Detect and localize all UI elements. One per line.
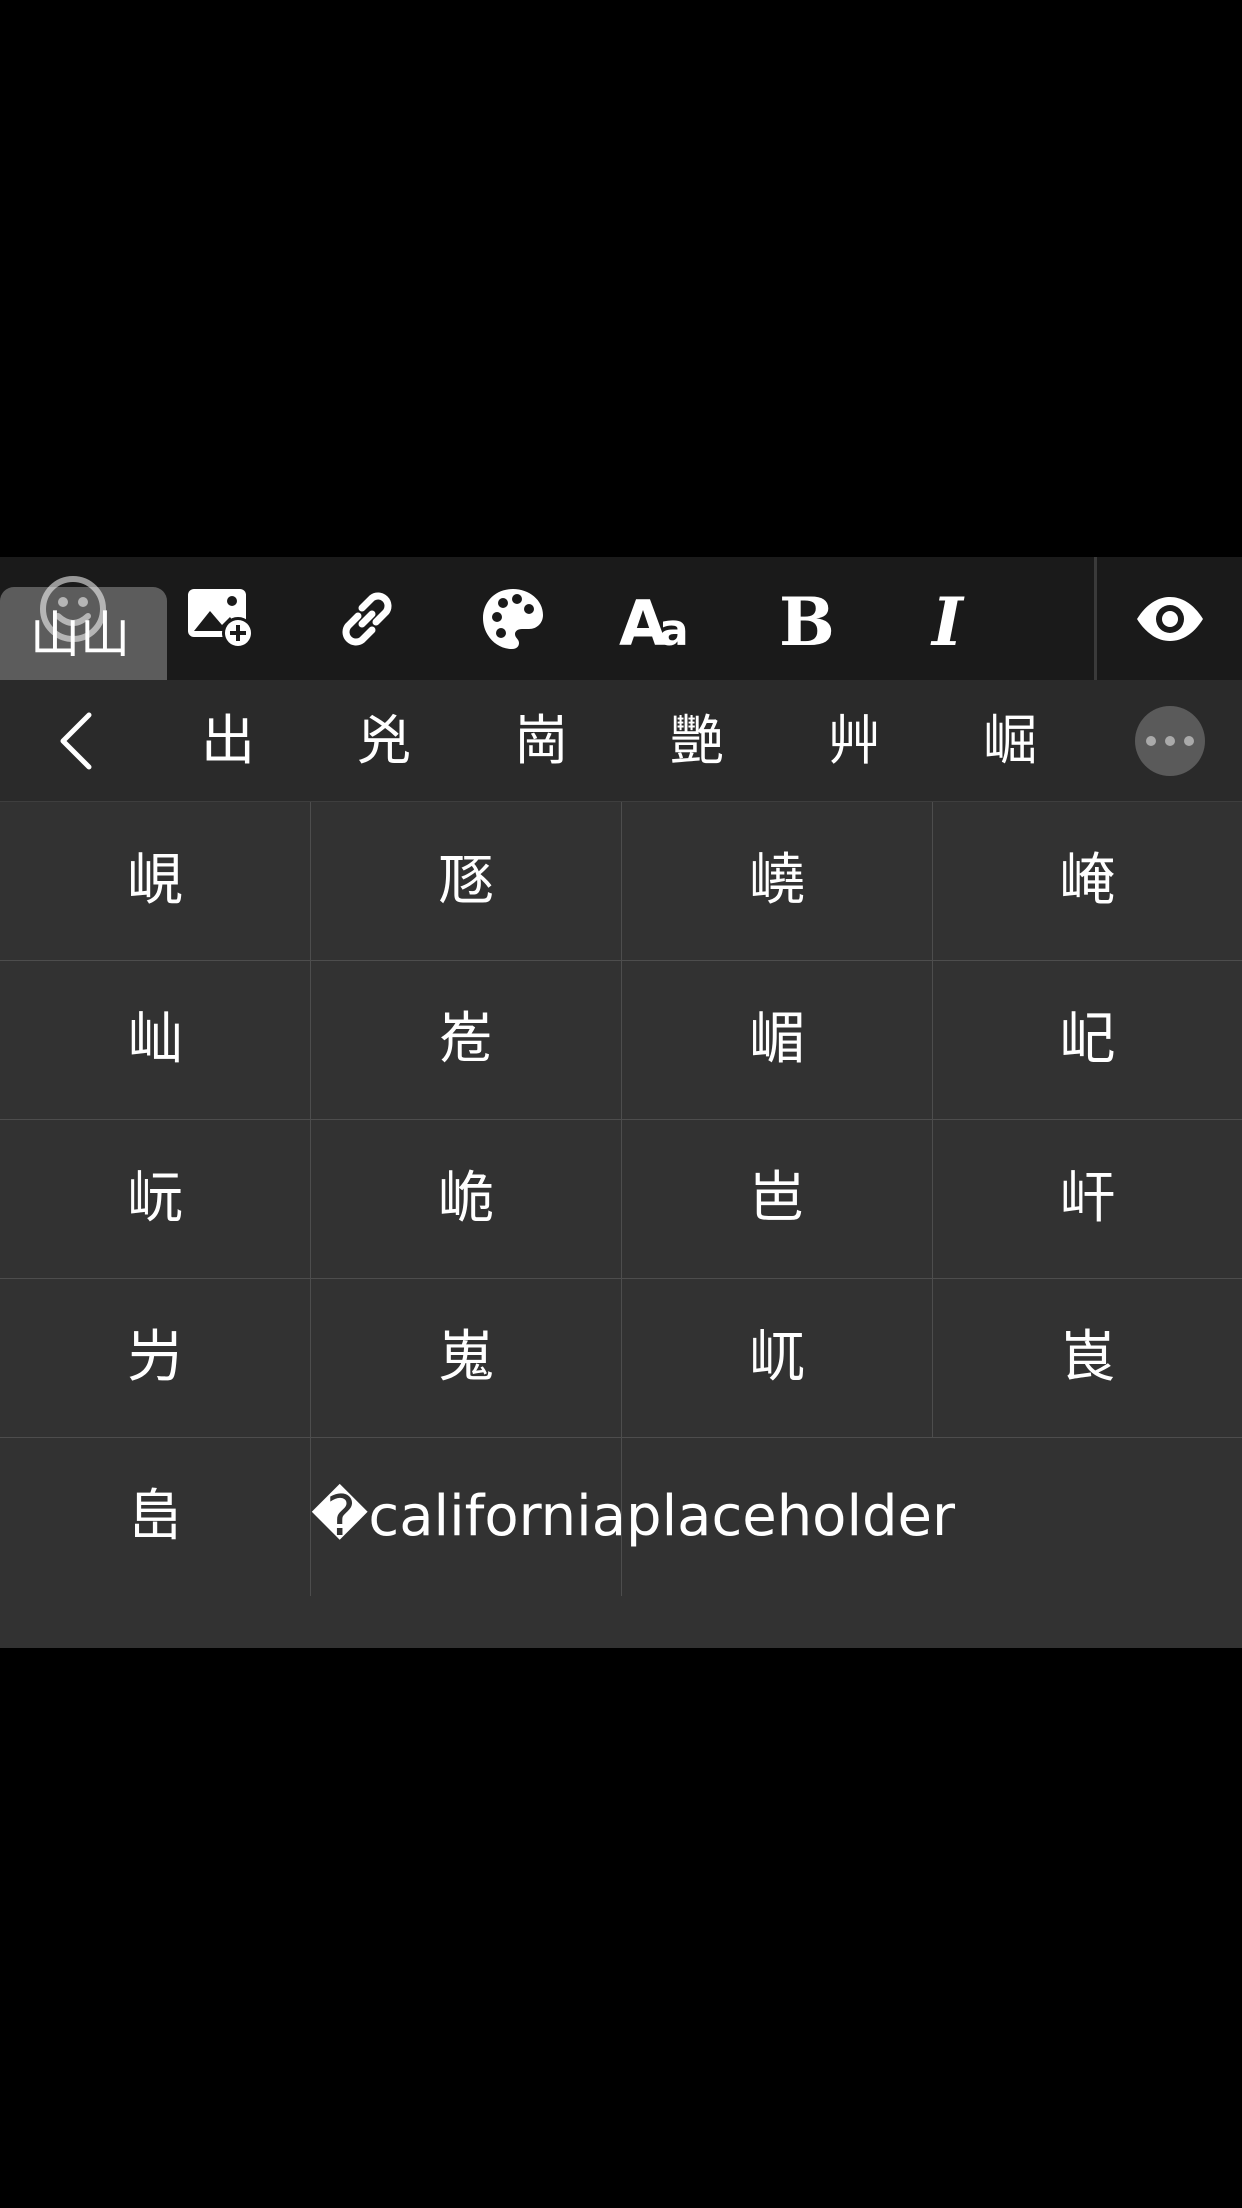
- italic-icon: I: [930, 587, 965, 651]
- grid-cell[interactable]: �californiaplaceholder: [311, 1438, 955, 1597]
- preview-button[interactable]: [1097, 557, 1242, 680]
- insert-image-icon: [188, 588, 254, 649]
- grid-empty-cell: [622, 1438, 1242, 1597]
- bottom-blank-area: [0, 1648, 1242, 2208]
- grid-cell[interactable]: 嵬: [311, 1279, 622, 1438]
- candidate-grid: 峴 豗 嶢 崦 屾 峞 嵋 屺 岏 峗 岜 屽 屶 嵬 屼 崀 峊 �calif…: [0, 802, 1242, 1597]
- eye-icon: [1136, 596, 1203, 641]
- underline-button[interactable]: U: [1024, 557, 1095, 680]
- grid-cell[interactable]: 屺: [933, 961, 1242, 1120]
- grid-cell[interactable]: 峊: [0, 1438, 311, 1597]
- grid-cell[interactable]: 崀: [933, 1279, 1242, 1438]
- grid-cell[interactable]: 峞: [311, 961, 622, 1120]
- font-size-icon: A a: [619, 587, 689, 651]
- italic-button[interactable]: I: [878, 557, 1024, 680]
- bold-icon: B: [779, 587, 835, 651]
- grid-cell[interactable]: 屶: [0, 1279, 311, 1438]
- grid-cell[interactable]: 屾: [0, 961, 311, 1120]
- svg-text:I: I: [930, 587, 965, 651]
- grid-cell[interactable]: 屼: [622, 1279, 933, 1438]
- grid-cell[interactable]: 岜: [622, 1120, 933, 1279]
- chevron-left-icon: [60, 712, 92, 769]
- candidate-bar: 出 兇 崗 艷 艸 崛: [0, 680, 1242, 803]
- insert-image-button[interactable]: [148, 557, 294, 680]
- more-candidates-button[interactable]: [1135, 706, 1205, 776]
- candidate-item[interactable]: 崛: [945, 680, 1075, 801]
- link-icon: [342, 592, 392, 645]
- underline-icon: U: [1067, 587, 1095, 651]
- candidate-item[interactable]: 兇: [319, 680, 449, 801]
- grid-cell[interactable]: 屽: [933, 1120, 1242, 1279]
- candidate-item[interactable]: 艷: [632, 680, 762, 801]
- grid-cell[interactable]: 峗: [311, 1120, 622, 1279]
- svg-text:B: B: [779, 587, 835, 651]
- palette-icon: [483, 588, 543, 649]
- grid-cell[interactable]: 岏: [0, 1120, 311, 1279]
- font-size-button[interactable]: A a: [586, 557, 732, 680]
- candidate-item[interactable]: 崗: [476, 680, 606, 801]
- candidate-item[interactable]: 艸: [789, 680, 919, 801]
- candidate-back-button[interactable]: [30, 680, 120, 801]
- formatting-toolbar: A a B I U: [0, 557, 1242, 680]
- more-dots-icon: [1146, 736, 1194, 746]
- link-button[interactable]: [294, 557, 440, 680]
- grid-cell[interactable]: 嶢: [622, 802, 933, 961]
- grid-cell[interactable]: 崦: [933, 802, 1242, 961]
- grid-cell[interactable]: 嵋: [622, 961, 933, 1120]
- smiley-icon[interactable]: [38, 574, 108, 644]
- text-color-button[interactable]: [440, 557, 586, 680]
- bold-button[interactable]: B: [732, 557, 878, 680]
- app-content-area: [0, 0, 1242, 557]
- candidate-item[interactable]: 出: [163, 680, 293, 801]
- grid-cell[interactable]: 豗: [311, 802, 622, 961]
- keyboard-bottom-strip: [0, 1596, 1242, 1648]
- svg-text:a: a: [659, 605, 689, 651]
- grid-cell[interactable]: 峴: [0, 802, 311, 961]
